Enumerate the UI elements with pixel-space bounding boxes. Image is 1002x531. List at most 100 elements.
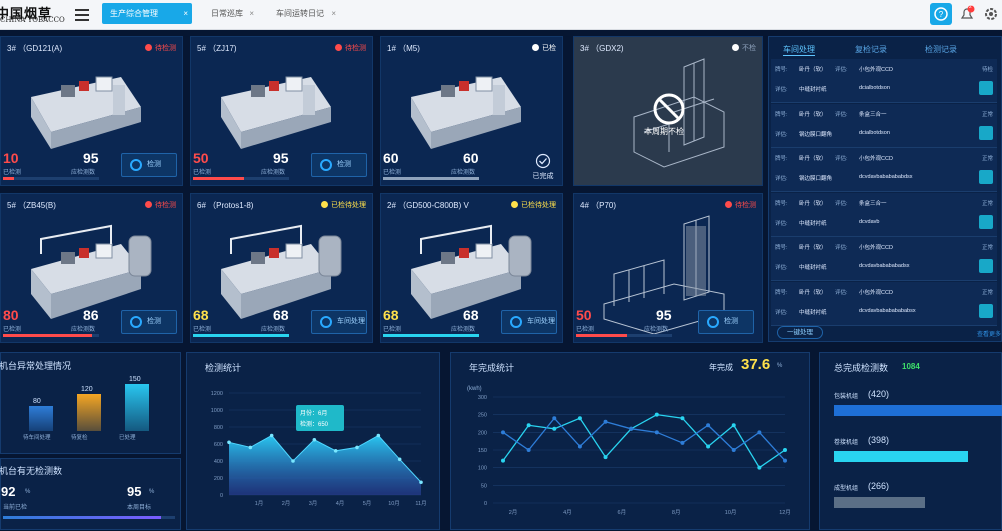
check-progress — [193, 334, 289, 337]
handling-row[interactable]: 牌号: 卧丹（软） 评估: 条盒三合一 正常 详估: 钢边膜口翻角 dcialbotdson — [771, 103, 997, 148]
tab-label: 日常巡库 — [211, 9, 243, 18]
x-tick-label: 11月 — [415, 500, 426, 507]
check-progress — [383, 177, 479, 180]
group-name: 包装机组 — [834, 394, 859, 400]
machine-action-button[interactable]: 检测 — [121, 153, 177, 177]
exception-bar-value: 80 — [33, 398, 41, 405]
x-tick-label: 2月 — [509, 509, 518, 516]
row-label: 牌号: — [775, 289, 788, 296]
action-label: 检测 — [147, 161, 161, 168]
tab-workshop-handling[interactable]: 车间处理 — [783, 44, 815, 56]
defect: 中缝封衬纸 — [799, 309, 827, 316]
machine-card: 5# （ZB45(B) 待检测 80 已检测 86 应检测数 检测 — [0, 193, 183, 343]
x-tick-label: 10月 — [388, 500, 400, 507]
row-label: 牌号: — [775, 67, 788, 73]
row-label: 详估: — [775, 309, 788, 316]
tab-daily-inspection[interactable]: 日常巡库 × — [203, 3, 258, 24]
machine-card: 5# （ZJ17) 待检测 50 已检测 95 应检测数 检测 — [190, 36, 373, 186]
machine-title: 3# （GD121(A) — [7, 44, 63, 53]
action-icon — [707, 316, 719, 328]
row-label: 详估: — [775, 131, 788, 138]
series-point — [577, 416, 582, 421]
checked-count: 68 — [383, 307, 399, 323]
status-dot-icon — [145, 44, 152, 51]
completed-label: 已完成 — [532, 173, 554, 180]
x-tick-label: 12月 — [779, 509, 791, 516]
tab-label: 车间运转日记 — [276, 9, 324, 18]
status-dot-icon — [145, 201, 152, 208]
exception-bar-value: 150 — [129, 376, 141, 384]
y-tick-label: 150 — [478, 448, 487, 454]
menu-icon[interactable] — [75, 9, 89, 21]
machine-status: 待检测 — [335, 43, 366, 53]
close-icon[interactable]: × — [183, 3, 188, 24]
machine-card: 1# （M5) 已检 60 已检测 60 应检测数 已完成 — [380, 36, 563, 186]
tab-detect-record[interactable]: 检测记录 — [925, 44, 957, 55]
image-icon[interactable] — [979, 125, 993, 140]
machine-status: 待检测 — [725, 200, 756, 210]
machine-action-button[interactable]: 检测 — [698, 310, 754, 334]
detect-point — [355, 445, 359, 450]
detect-area-chart: 0 200 400 600 800 1000 1200 1月 2月 3月 4月 5月 10月 11月 — [211, 391, 427, 507]
required-count: 68 — [273, 307, 289, 323]
logo-en: CHINA TOBACCO — [0, 16, 65, 24]
handling-row[interactable]: 牌号: 卧丹（软） 评估: 小包外观CCD 正常 详估: 中缝封衬纸 dcvdavbababa… — [771, 281, 997, 326]
group-name: 卷接机组 — [834, 440, 859, 446]
workshop-handling-panel: 车间处理 复检记录 检测记录 牌号: 卧丹（软） 评估: 小包外观CCD 待检 详估: 中缝… — [768, 36, 1002, 342]
image-icon[interactable] — [979, 170, 993, 184]
row-label: 评估: — [835, 67, 848, 73]
check-item: 小包外观CCD — [859, 245, 893, 251]
y-tick-label: 200 — [478, 430, 487, 436]
y-tick-label: 100 — [478, 466, 487, 472]
detect-point — [419, 480, 423, 485]
defect: 中缝封衬纸 — [799, 87, 827, 93]
machine-action-button[interactable]: 检测 — [311, 153, 367, 177]
handling-row[interactable]: 牌号: 卧丹（软） 评估: 小包外观CCD 待检 详估: 中缝封衬纸 dcialbotdson — [771, 59, 997, 103]
group-bar — [834, 451, 969, 462]
checked-label: 已检测 — [3, 170, 22, 176]
one-click-handle-button[interactable]: 一键处理 — [777, 326, 823, 339]
tab-recheck-record[interactable]: 复检记录 — [855, 44, 887, 55]
check-progress — [3, 177, 99, 180]
image-icon[interactable] — [979, 303, 993, 318]
y-tick-label: 50 — [481, 483, 487, 489]
x-tick-label: 4月 — [336, 500, 345, 507]
group-value-number: 420 — [871, 389, 887, 399]
image-icon[interactable] — [979, 214, 993, 229]
series-point — [706, 423, 711, 428]
machine-title: 6# （Protos1-8) — [197, 201, 254, 210]
machine-action-button[interactable]: 车间处理 — [311, 310, 367, 334]
close-icon[interactable]: × — [249, 3, 254, 24]
handling-row[interactable]: 牌号: 卧丹（软） 评估: 小包外观CCD 正常 详估: 中缝封衬纸 dcvdavbababa… — [771, 237, 997, 281]
required-label: 应检测数 — [71, 170, 96, 176]
view-more-link[interactable]: 查看更多 — [977, 329, 1001, 338]
status-label: 已检待处理 — [331, 202, 366, 209]
image-icon[interactable] — [979, 81, 993, 95]
tab-production-management[interactable]: 生产综合管理 × — [102, 3, 192, 24]
tab-label: 生产综合管理 — [110, 9, 158, 18]
status-dot-icon — [532, 44, 539, 51]
row-label: 评估: — [835, 289, 848, 296]
target-unit: % — [149, 489, 155, 495]
action-label: 检测 — [724, 318, 738, 325]
checked-count: 10 — [3, 150, 19, 166]
series-point — [783, 458, 787, 463]
checked-count: 68 — [193, 307, 209, 323]
tab-workshop-diary[interactable]: 车间运转日记 × — [268, 3, 340, 24]
top-bar: 中国烟草 CHINA TOBACCO 生产综合管理 × 日常巡库 × 车间运转日记 ×… — [0, 0, 1002, 30]
close-icon[interactable]: × — [331, 3, 336, 24]
target-label: 本周目标 — [127, 505, 152, 511]
machine-card: 4# （P70) 待检测 50 已检测 95 应检测数 检测 — [573, 193, 763, 343]
handling-row[interactable]: 牌号: 卧丹（软） 评估: 小包外观CCD 正常 详估: 钢边膜口翻角 dcvdavbabab… — [771, 148, 997, 192]
target-value: 95 — [127, 484, 142, 499]
status-label: 已检待处理 — [521, 202, 556, 209]
handling-row[interactable]: 牌号: 卧丹（软） 评估: 条盒三合一 正常 详估: 中缝封衬纸 dcvdavb — [771, 192, 997, 237]
machine-action-button[interactable]: 检测 — [121, 310, 177, 334]
help-icon[interactable]: ? — [930, 3, 952, 25]
series-point — [603, 455, 608, 460]
check-circle-icon — [535, 153, 551, 169]
gear-icon[interactable] — [980, 3, 1002, 25]
machine-action-button[interactable]: 车间处理 — [501, 310, 557, 334]
image-icon[interactable] — [979, 259, 993, 273]
bell-icon[interactable]: 2 — [956, 3, 978, 25]
